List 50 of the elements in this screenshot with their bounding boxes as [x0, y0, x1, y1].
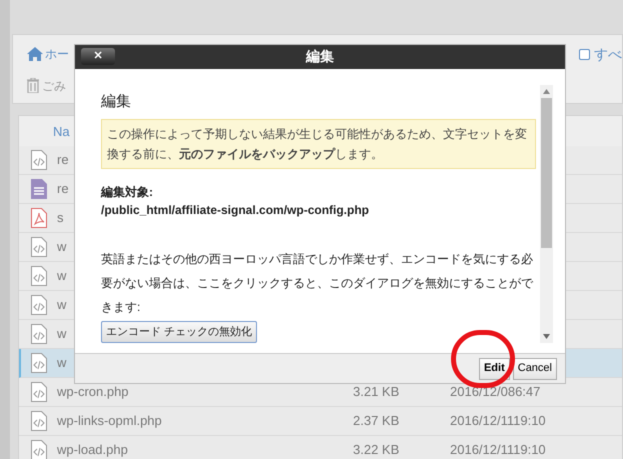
file-size: 3.22 KB	[353, 442, 400, 458]
file-date: 2016/12/1119:10	[450, 441, 546, 459]
code-file-icon	[31, 411, 47, 431]
cancel-button[interactable]: Cancel	[512, 358, 557, 380]
code-file-icon	[31, 266, 47, 286]
file-name: w	[57, 239, 66, 254]
home-link[interactable]: ホー	[27, 45, 69, 63]
file-name: w	[57, 326, 66, 342]
disable-encoding-check-button[interactable]: エンコード チェックの無効化	[101, 321, 258, 344]
code-file-icon	[31, 440, 47, 459]
scrollbar[interactable]	[540, 84, 553, 344]
scroll-up-icon[interactable]	[543, 88, 550, 94]
file-row[interactable]: wp-load.php 3.22 KB 2016/12/1119:10	[19, 436, 622, 459]
target-path: /public_html/affiliate-signal.com/wp-config.php	[101, 202, 370, 220]
file-date: 2016/12/086:47	[450, 383, 540, 402]
trash-icon	[27, 78, 39, 93]
document-icon	[31, 179, 47, 199]
file-row[interactable]: wp-links-opml.php 2.37 KB 2016/12/1119:10	[19, 407, 622, 436]
code-file-icon	[31, 295, 47, 315]
file-name: wp-links-opml.php	[57, 413, 162, 428]
file-name: s	[57, 210, 64, 226]
edit-button[interactable]: Edit	[478, 358, 510, 380]
warning-notice: この操作によって予期しない結果が生じる可能性があるため、文字セットを変換する前に、元のファイルをバックアップします。	[101, 119, 536, 170]
select-all-checkbox[interactable]: すべ	[579, 44, 622, 64]
target-label: 編集対象:	[101, 184, 154, 202]
column-header[interactable]: Na	[53, 124, 70, 138]
code-file-icon	[31, 382, 47, 402]
scrollbar-thumb[interactable]	[541, 98, 552, 248]
dialog-title: 編集	[306, 47, 334, 66]
file-name: wp-load.php	[57, 442, 128, 458]
file-name: w	[57, 355, 66, 370]
dialog-heading: 編集	[101, 92, 132, 112]
file-size: 3.21 KB	[353, 384, 400, 400]
code-file-icon	[31, 150, 47, 170]
home-icon	[27, 47, 43, 61]
file-size: 2.37 KB	[353, 413, 400, 428]
trash-link[interactable]: ごみ	[27, 76, 622, 94]
file-name: re	[57, 152, 69, 168]
file-name: w	[57, 297, 66, 312]
pdf-icon	[31, 208, 47, 228]
code-file-icon	[31, 353, 47, 373]
info-text: 英語またはその他の西ヨーロッパ言語でしか作業せず、エンコードを気にする必要がない場合は、ここをクリックすると、このダイアログを無効にすることができます:	[101, 251, 534, 316]
file-name: re	[57, 181, 69, 196]
file-name: w	[57, 268, 66, 284]
code-file-icon	[31, 237, 47, 257]
file-date: 2016/12/1119:10	[450, 412, 546, 430]
scroll-down-icon[interactable]	[543, 334, 550, 340]
file-name: wp-cron.php	[57, 384, 129, 400]
close-button[interactable]: ✕	[81, 48, 115, 65]
code-file-icon	[31, 324, 47, 344]
